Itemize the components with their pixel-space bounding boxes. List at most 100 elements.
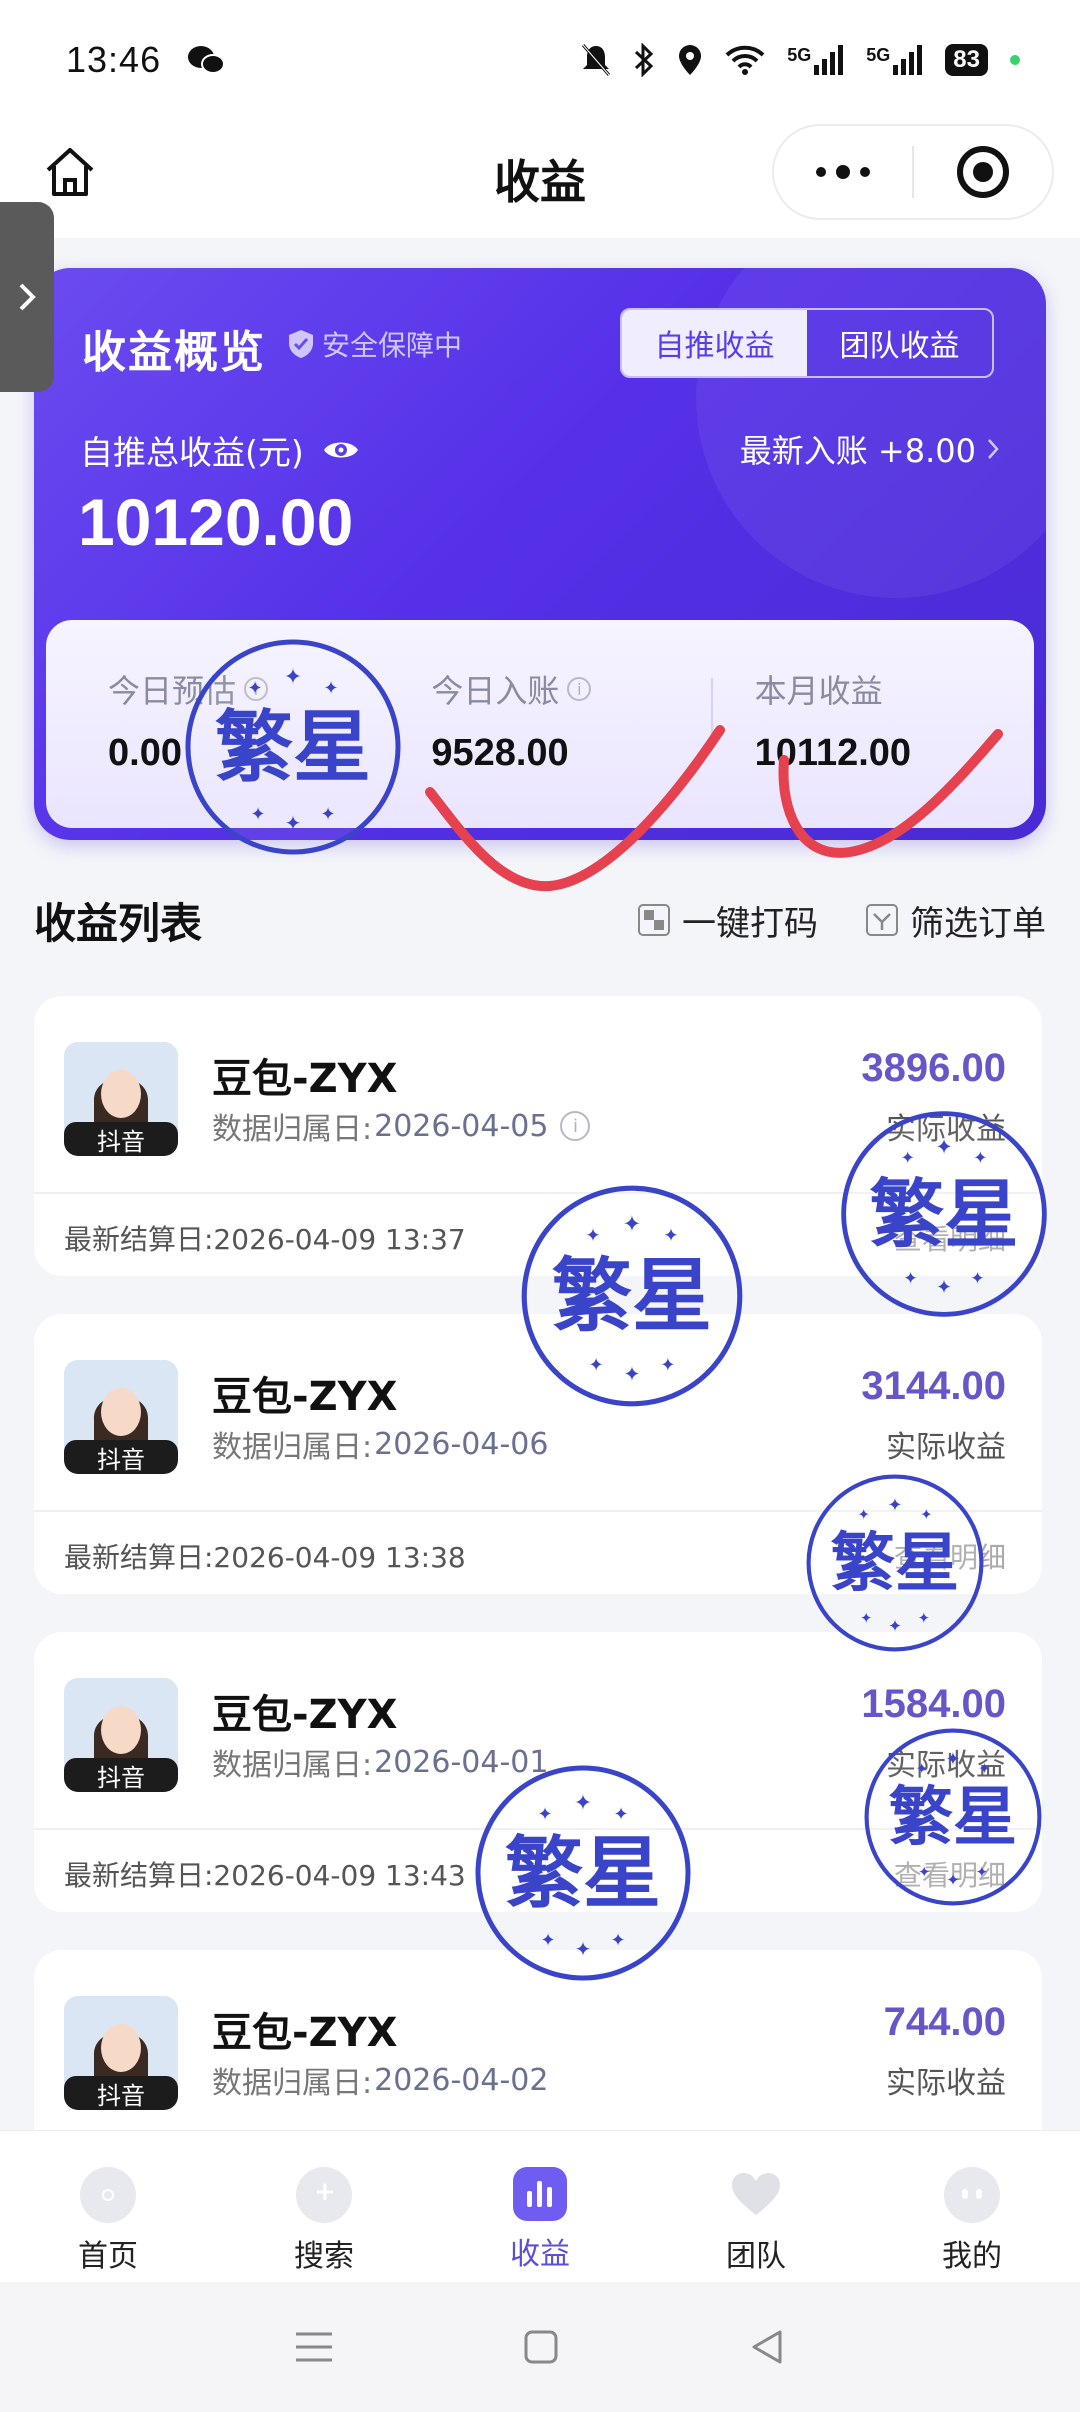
mosaic-icon [638,904,670,936]
safety-badge: 安全保障中 [288,324,462,364]
item-amount-label: 实际收益 [886,1748,1006,1783]
tab-search[interactable]: + 搜索 [216,2131,432,2282]
tab-home[interactable]: 首页 [0,2131,216,2282]
back-triangle-icon[interactable] [748,2328,786,2366]
earnings-overview-card: 收益概览 安全保障中 自推收益 团队收益 自推总收益(元) 最新入账 +8.00… [34,268,1046,840]
item-name: 豆包-ZYX [212,1056,398,1102]
mask-code-button[interactable]: 一键打码 [638,896,818,945]
item-settle-date: 最新结算日:2026-04-09 13:38 [64,1541,466,1574]
view-detail-link[interactable]: 查看明细 [894,1218,1006,1258]
earnings-list-item[interactable]: 抖音 豆包-ZYX 数据归属日: 2026-04-06 3144.00 实际收益… [34,1314,1042,1594]
bar-chart-icon [513,2167,567,2221]
earnings-list-header: 收益列表 一键打码 筛选订单 [34,890,1046,950]
info-icon[interactable]: i [560,1111,591,1141]
list-title: 收益列表 [34,898,203,948]
system-nav-bar [0,2282,1080,2412]
signal-5g-icon: 5G [787,45,844,75]
wechat-icon [187,44,226,76]
stat-divider [710,678,713,738]
more-dots-icon [816,165,870,179]
close-program-button[interactable] [914,126,1052,218]
tab-mine[interactable]: 我的 [864,2131,1080,2282]
eye-icon[interactable] [322,438,360,462]
camera-dot [1010,55,1020,65]
date-value: 2026-04-01 [374,1744,549,1780]
stat-value: 9528.00 [431,732,569,774]
item-divider [34,1192,1042,1194]
date-value: 2026-04-05 [374,1108,549,1144]
svg-text:✦: ✦ [610,1930,625,1951]
item-name: 豆包-ZYX [212,1374,398,1420]
home-icon[interactable] [42,144,98,200]
item-settle-date: 最新结算日:2026-04-09 13:37 [64,1223,466,1256]
tab-label: 我的 [942,2239,1002,2274]
date-label: 数据归属日: [212,2066,373,2101]
view-detail-link[interactable]: 查看明细 [894,1854,1006,1894]
home-icon [80,2167,136,2223]
target-icon [957,146,1009,198]
tab-label: 首页 [78,2239,138,2274]
home-square-icon[interactable] [523,2329,559,2365]
svg-text:✦: ✦ [540,1930,555,1951]
item-date-row: 数据归属日: 2026-04-06 [212,1422,548,1466]
menu-icon[interactable] [294,2330,334,2364]
stat-label: 今日入账 [431,672,560,710]
item-name: 豆包-ZYX [212,1692,398,1738]
info-icon[interactable]: i [244,677,269,701]
side-expand-tab[interactable] [0,202,54,392]
status-bar: 13:46 5G 5G 83 [0,0,1080,120]
platform-tag: 抖音 [64,1758,178,1792]
info-icon[interactable]: i [567,677,592,701]
item-date-row: 数据归属日: 2026-04-02 [212,2058,548,2102]
item-date-row: 数据归属日: 2026-04-01 [212,1740,548,1784]
stat-today-estimate: 今日预估 i 0.00 [46,620,387,828]
earnings-list-item[interactable]: 抖音 豆包-ZYX 数据归属日: 2026-04-01 1584.00 实际收益… [34,1632,1042,1912]
stat-value: 10112.00 [754,732,912,774]
item-amount-label: 实际收益 [886,1430,1006,1465]
avatar: 抖音 [64,1042,178,1156]
item-amount: 744.00 [883,2000,1006,2044]
search-icon: + [296,2167,352,2223]
mute-icon [582,44,611,76]
tab-earnings[interactable]: 收益 [432,2131,648,2282]
stat-value: 0.00 [108,732,182,774]
status-icons: 5G 5G 83 [581,43,1020,77]
tab-team[interactable]: 团队 [648,2131,864,2282]
more-button[interactable] [774,126,912,218]
signal-5g-icon-2: 5G [866,45,923,75]
mask-code-label: 一键打码 [682,903,818,944]
shield-icon [289,330,313,358]
date-label: 数据归属日: [212,1748,373,1783]
date-label: 数据归属日: [212,1430,373,1465]
svg-text:✦: ✦ [860,1610,872,1627]
stat-month-earnings: 本月收益 10112.00 [710,620,1034,828]
svg-text:✦: ✦ [918,1610,930,1627]
item-amount: 1584.00 [861,1682,1006,1726]
platform-tag: 抖音 [64,2076,178,2110]
earnings-stats: 今日预估 i 0.00 今日入账 i 9528.00 本月收益 10112.00 [46,620,1034,828]
item-date-row: 数据归属日: 2026-04-05 i [212,1104,591,1148]
latest-credit-link[interactable]: 最新入账 +8.00 [740,426,1000,472]
tab-self-earnings[interactable]: 自推收益 [622,310,807,376]
status-time: 13:46 [66,39,162,80]
item-divider [34,1510,1042,1512]
earnings-type-switch: 自推收益 团队收益 [620,308,994,378]
stat-label: 今日预估 [108,672,237,710]
nav-header: 收益 [0,120,1080,392]
tab-team-earnings[interactable]: 团队收益 [807,310,992,376]
filter-orders-button[interactable]: 筛选订单 [866,896,1046,945]
total-earnings-amount: 10120.00 [78,485,354,559]
view-detail-link[interactable]: 查看明细 [894,1536,1006,1576]
svg-text:✦: ✦ [936,1275,952,1298]
earnings-list-item[interactable]: 抖音 豆包-ZYX 数据归属日: 2026-04-05 i 3896.00 实际… [34,996,1042,1276]
overview-title: 收益概览 [82,327,266,378]
chevron-right-icon [19,283,36,311]
item-amount: 3144.00 [861,1364,1006,1408]
avatar: 抖音 [64,1996,178,2110]
avatar: 抖音 [64,1678,178,1792]
date-value: 2026-04-06 [374,1426,549,1462]
latest-credit-label: 最新入账 +8.00 [739,432,976,470]
item-amount-label: 实际收益 [886,1112,1006,1147]
safety-label: 安全保障中 [322,329,463,362]
platform-tag: 抖音 [64,1122,178,1156]
